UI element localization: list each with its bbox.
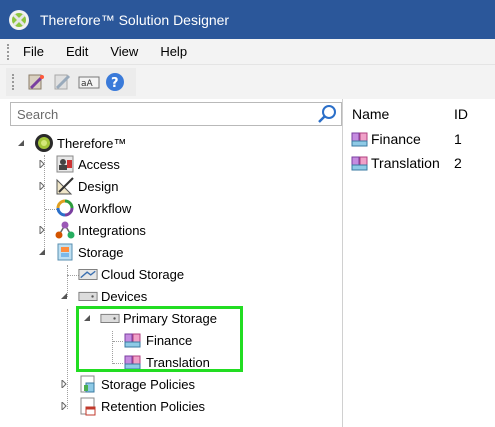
list-item-id: 1 xyxy=(454,131,462,147)
highlight-box xyxy=(76,306,243,372)
retention-policies-icon xyxy=(78,396,98,416)
storage-volume-icon xyxy=(350,129,370,149)
tree-item-access[interactable]: Access xyxy=(37,153,120,175)
tree-label-retention-policies: Retention Policies xyxy=(101,398,206,414)
help-button[interactable]: ? xyxy=(104,71,126,93)
tree-item-design[interactable]: Design xyxy=(37,175,118,197)
tree-label-integrations: Integrations xyxy=(78,222,146,238)
therefore-app-icon xyxy=(9,9,29,30)
search-icon[interactable] xyxy=(317,104,337,124)
wizard-disabled-button[interactable] xyxy=(52,71,74,93)
tree-label-design: Design xyxy=(78,178,119,194)
wand-icon xyxy=(28,74,45,90)
svg-text:?: ? xyxy=(111,76,119,91)
list-item[interactable]: Finance xyxy=(350,129,421,149)
translate-button[interactable]: aA xyxy=(78,71,100,93)
storage-icon xyxy=(55,242,75,262)
list-item-name: Translation xyxy=(371,155,440,171)
column-header-name[interactable]: Name xyxy=(352,106,389,122)
wizard-button[interactable] xyxy=(26,71,48,93)
collapse-arrow-icon[interactable] xyxy=(16,138,26,148)
toolbar-group: aA ? xyxy=(6,68,136,96)
menu-bar: File Edit View Help xyxy=(0,39,495,65)
translate-icon: aA xyxy=(78,76,100,89)
integrations-nodes-icon xyxy=(55,220,75,240)
tree-label-workflow: Workflow xyxy=(78,200,132,216)
window-title: Therefore™ Solution Designer xyxy=(40,11,230,28)
cloud-storage-icon xyxy=(78,264,98,284)
collapse-arrow-icon[interactable] xyxy=(59,291,69,301)
list-item-id: 2 xyxy=(454,155,462,171)
tree-label-root: Therefore™ xyxy=(57,135,127,151)
expand-arrow-icon[interactable] xyxy=(37,225,47,235)
search-input[interactable] xyxy=(11,103,311,125)
devices-drive-icon xyxy=(78,286,98,306)
tree-item-workflow[interactable]: Workflow xyxy=(37,197,131,219)
collapse-arrow-icon[interactable] xyxy=(37,247,47,257)
expand-arrow-icon[interactable] xyxy=(59,379,69,389)
column-header-id[interactable]: ID xyxy=(454,106,468,122)
menu-view[interactable]: View xyxy=(99,44,149,59)
list-item[interactable]: Translation xyxy=(350,153,440,173)
menu-edit[interactable]: Edit xyxy=(55,44,99,59)
tree-item-integrations[interactable]: Integrations xyxy=(37,219,146,241)
design-ruler-icon xyxy=(55,176,75,196)
menu-file[interactable]: File xyxy=(17,44,55,59)
tree-item-devices[interactable]: Devices xyxy=(59,285,147,307)
access-users-icon xyxy=(55,154,75,174)
tree-label-access: Access xyxy=(78,156,120,172)
workflow-cycle-icon xyxy=(55,198,75,218)
tree-item-storage[interactable]: Storage xyxy=(37,241,124,263)
menu-grip xyxy=(7,43,17,60)
list-item-name: Finance xyxy=(371,131,421,147)
tree-item-root[interactable]: Therefore™ xyxy=(16,132,126,154)
expand-arrow-icon[interactable] xyxy=(37,159,47,169)
expand-arrow-icon[interactable] xyxy=(37,181,47,191)
therefore-root-icon xyxy=(34,133,54,153)
storage-policies-icon xyxy=(78,374,98,394)
storage-volume-icon xyxy=(350,153,370,173)
tree-label-devices: Devices xyxy=(101,288,148,304)
list-pane: Name ID Finance 1 Translation 2 xyxy=(344,99,495,427)
tree-label-cloud-storage: Cloud Storage xyxy=(101,266,185,282)
help-icon: ? xyxy=(106,73,124,91)
toolbar: aA ? xyxy=(0,65,495,99)
title-bar: Therefore™ Solution Designer xyxy=(0,0,495,39)
tree-item-cloud-storage[interactable]: Cloud Storage xyxy=(78,263,184,285)
menu-help[interactable]: Help xyxy=(149,44,198,59)
svg-text:aA: aA xyxy=(81,79,94,89)
expand-arrow-icon[interactable] xyxy=(59,401,69,411)
search-box xyxy=(10,102,342,126)
tree-label-storage: Storage xyxy=(78,244,124,260)
tree-item-storage-policies[interactable]: Storage Policies xyxy=(59,373,195,395)
tree-label-storage-policies: Storage Policies xyxy=(101,376,195,392)
wand-disabled-icon xyxy=(54,74,71,90)
tree-item-retention-policies[interactable]: Retention Policies xyxy=(59,395,205,417)
toolbar-grip xyxy=(12,74,22,90)
